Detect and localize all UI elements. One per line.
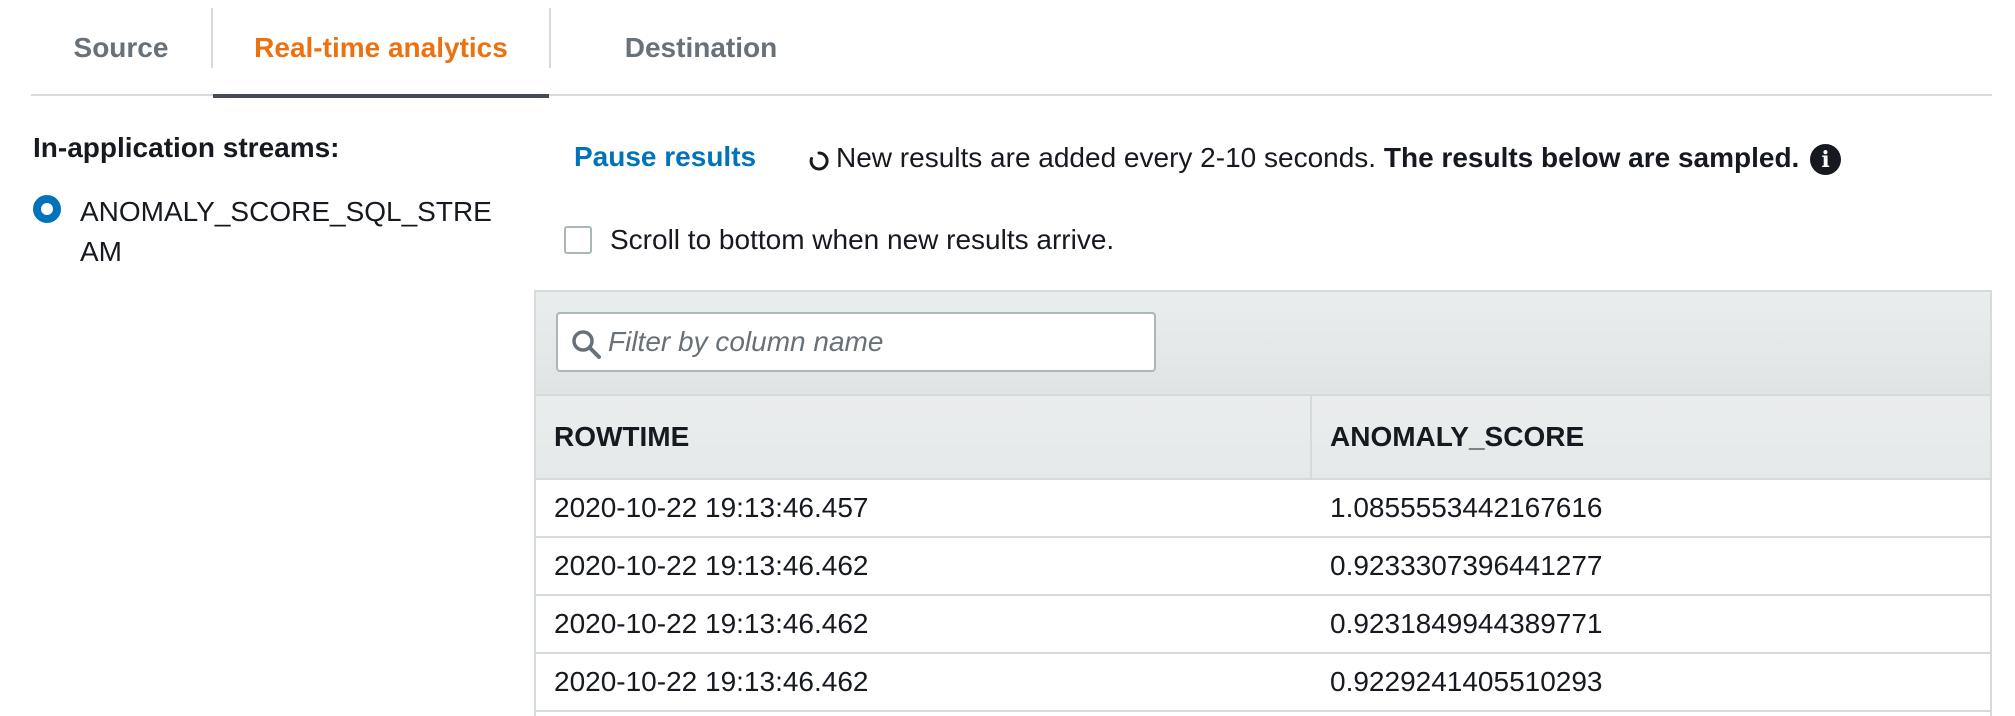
search-icon — [572, 330, 601, 359]
cell-rowtime: 2020-10-22 19:13:46.462 — [554, 666, 869, 697]
scroll-to-bottom-checkbox[interactable] — [564, 226, 592, 254]
cell-rowtime: 2020-10-22 19:13:46.457 — [554, 492, 869, 523]
cell-anomaly-score: 0.9233307396441277 — [1330, 550, 1603, 581]
tab-bar: Source Real-time analytics Destination — [31, 0, 1992, 98]
table-row: 2020-10-22 19:13:46.462 0.92292414055102… — [536, 654, 1990, 712]
refresh-info-text: New results are added every 2-10 seconds… — [836, 142, 1799, 174]
table-row: 2020-10-22 19:13:46.462 0.92333073964412… — [536, 538, 1990, 596]
filter-box[interactable] — [556, 312, 1156, 372]
cell-anomaly-score: 0.9231849944389771 — [1330, 608, 1603, 639]
cell-anomaly-score: 0.9229241405510293 — [1330, 666, 1603, 697]
pause-results-button[interactable]: Pause results — [574, 141, 756, 173]
cell-rowtime: 2020-10-22 19:13:46.462 — [554, 608, 869, 639]
tab-real-time-analytics[interactable]: Real-time analytics — [213, 0, 549, 98]
info-icon[interactable]: i — [1810, 144, 1841, 175]
column-header-anomaly-score[interactable]: ANOMALY_SCORE — [1312, 396, 1992, 478]
scroll-to-bottom-label[interactable]: Scroll to bottom when new results arrive… — [610, 224, 1114, 256]
filter-column-input[interactable] — [608, 322, 1138, 362]
loading-spinner-icon — [809, 151, 829, 171]
cell-anomaly-score: 1.0855553442167616 — [1330, 492, 1603, 523]
tab-source[interactable]: Source — [31, 0, 211, 96]
stream-radio-button[interactable] — [33, 195, 61, 223]
results-table: ROWTIME ANOMALY_SCORE 2020-10-22 19:13:4… — [534, 290, 1992, 716]
tab-destination[interactable]: Destination — [551, 0, 851, 96]
table-header: ROWTIME ANOMALY_SCORE — [536, 396, 1990, 480]
table-body: 2020-10-22 19:13:46.457 1.08555534421676… — [536, 480, 1990, 712]
sampled-notice: The results below are sampled. — [1383, 142, 1800, 173]
table-row: 2020-10-22 19:13:46.462 0.92318499443897… — [536, 596, 1990, 654]
refresh-info-prefix: New results are added every 2-10 seconds… — [836, 142, 1377, 173]
cell-rowtime: 2020-10-22 19:13:46.462 — [554, 550, 869, 581]
streams-heading: In-application streams: — [33, 132, 340, 163]
filter-bar — [536, 292, 1990, 396]
table-row: 2020-10-22 19:13:46.457 1.08555534421676… — [536, 480, 1990, 538]
column-header-rowtime[interactable]: ROWTIME — [536, 396, 1312, 478]
stream-name-label[interactable]: ANOMALY_SCORE_SQL_STREAM — [80, 192, 500, 272]
